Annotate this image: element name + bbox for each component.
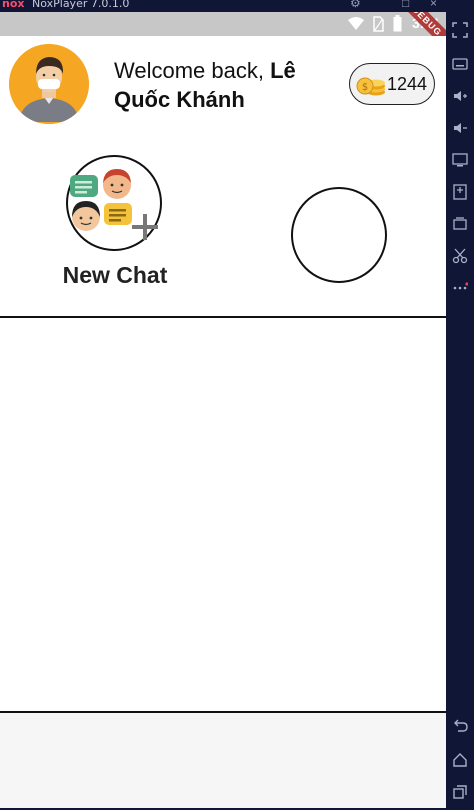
home-icon[interactable]	[452, 752, 468, 768]
battery-icon	[393, 15, 402, 32]
fullscreen-icon[interactable]	[452, 22, 468, 38]
emulator-title: NoxPlayer 7.0.1.0	[32, 0, 130, 10]
svg-text:$: $	[362, 82, 368, 93]
volume-down-icon[interactable]	[452, 120, 468, 136]
empty-action-circle[interactable]	[291, 187, 387, 283]
emulator-titlebar: nox NoxPlayer 7.0.1.0 ⚙ □ ×	[0, 0, 474, 12]
header: Welcome back, Lê Quốc Khánh $ 1244	[0, 36, 446, 144]
actions-row: New Chat	[0, 144, 446, 316]
recent-apps-icon[interactable]	[452, 784, 468, 800]
status-bar: 3:41 DEBUG	[0, 12, 446, 58]
screen-icon[interactable]	[452, 152, 468, 168]
more-icon[interactable]	[452, 280, 468, 296]
new-chat-button[interactable]	[66, 155, 162, 251]
user-avatar-icon[interactable]	[9, 44, 89, 124]
sim-icon	[373, 16, 384, 32]
wifi-icon	[348, 17, 364, 30]
welcome-prefix: Welcome back,	[114, 58, 271, 83]
phone-screen: 3:41 DEBUG Welcome back, Lê Quốc Khán	[0, 12, 446, 808]
close-icon[interactable]: ×	[430, 0, 437, 10]
nox-logo: nox	[2, 0, 25, 10]
scissors-icon[interactable]	[452, 248, 468, 264]
keyboard-icon[interactable]	[452, 56, 468, 72]
new-chat-icon	[70, 169, 158, 240]
app-root: nox NoxPlayer 7.0.1.0 ⚙ □ × 3:41 DEBUG	[0, 0, 474, 810]
coin-balance-chip[interactable]: $ 1244	[349, 63, 435, 105]
stack-icon[interactable]	[452, 216, 468, 232]
maximize-icon[interactable]: □	[402, 0, 409, 10]
back-icon[interactable]	[452, 718, 468, 734]
welcome-text: Welcome back, Lê Quốc Khánh	[114, 56, 344, 114]
new-chat-label[interactable]: New Chat	[40, 262, 190, 289]
bottom-area	[0, 713, 446, 808]
coins-icon: $	[356, 77, 385, 96]
coin-count: 1244	[387, 74, 428, 94]
emulator-sidebar	[446, 12, 474, 810]
settings-icon[interactable]: ⚙	[350, 0, 361, 10]
add-apk-icon[interactable]	[452, 184, 468, 200]
volume-up-icon[interactable]	[452, 88, 468, 104]
content-area	[0, 316, 446, 713]
